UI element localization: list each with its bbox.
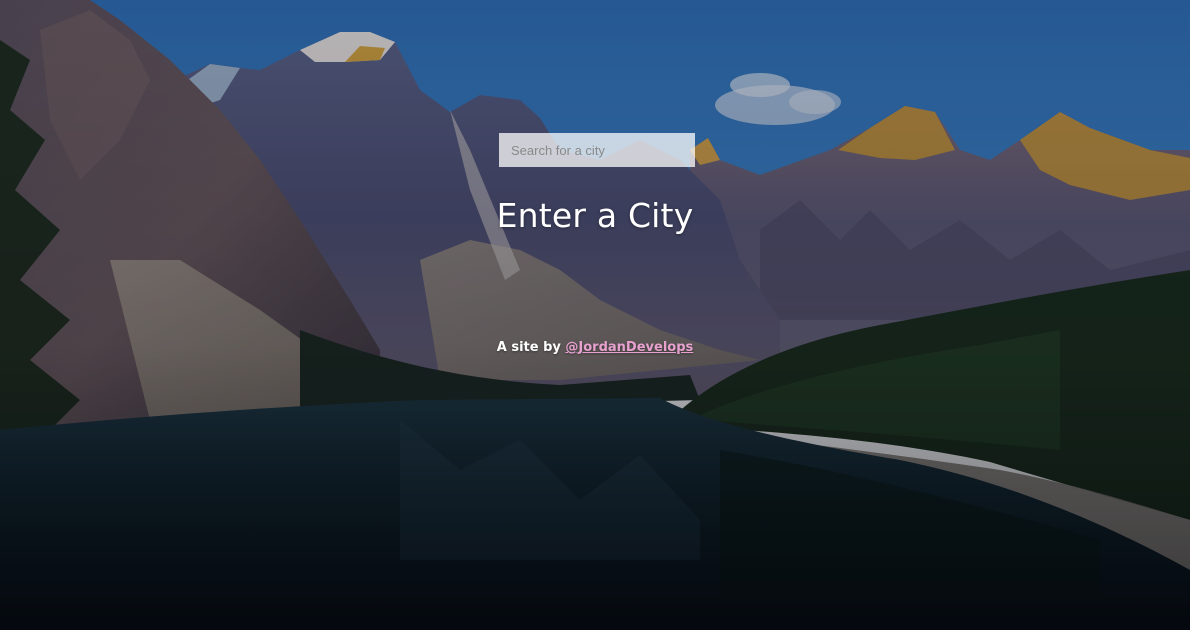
search-input[interactable]: [499, 133, 695, 167]
credit-line: A site by @JordanDevelops: [0, 340, 1190, 355]
author-link[interactable]: @JordanDevelops: [565, 340, 693, 355]
page-title: Enter a City: [496, 196, 694, 235]
background-image: [0, 0, 1190, 630]
credit-prefix: A site by: [496, 340, 566, 355]
